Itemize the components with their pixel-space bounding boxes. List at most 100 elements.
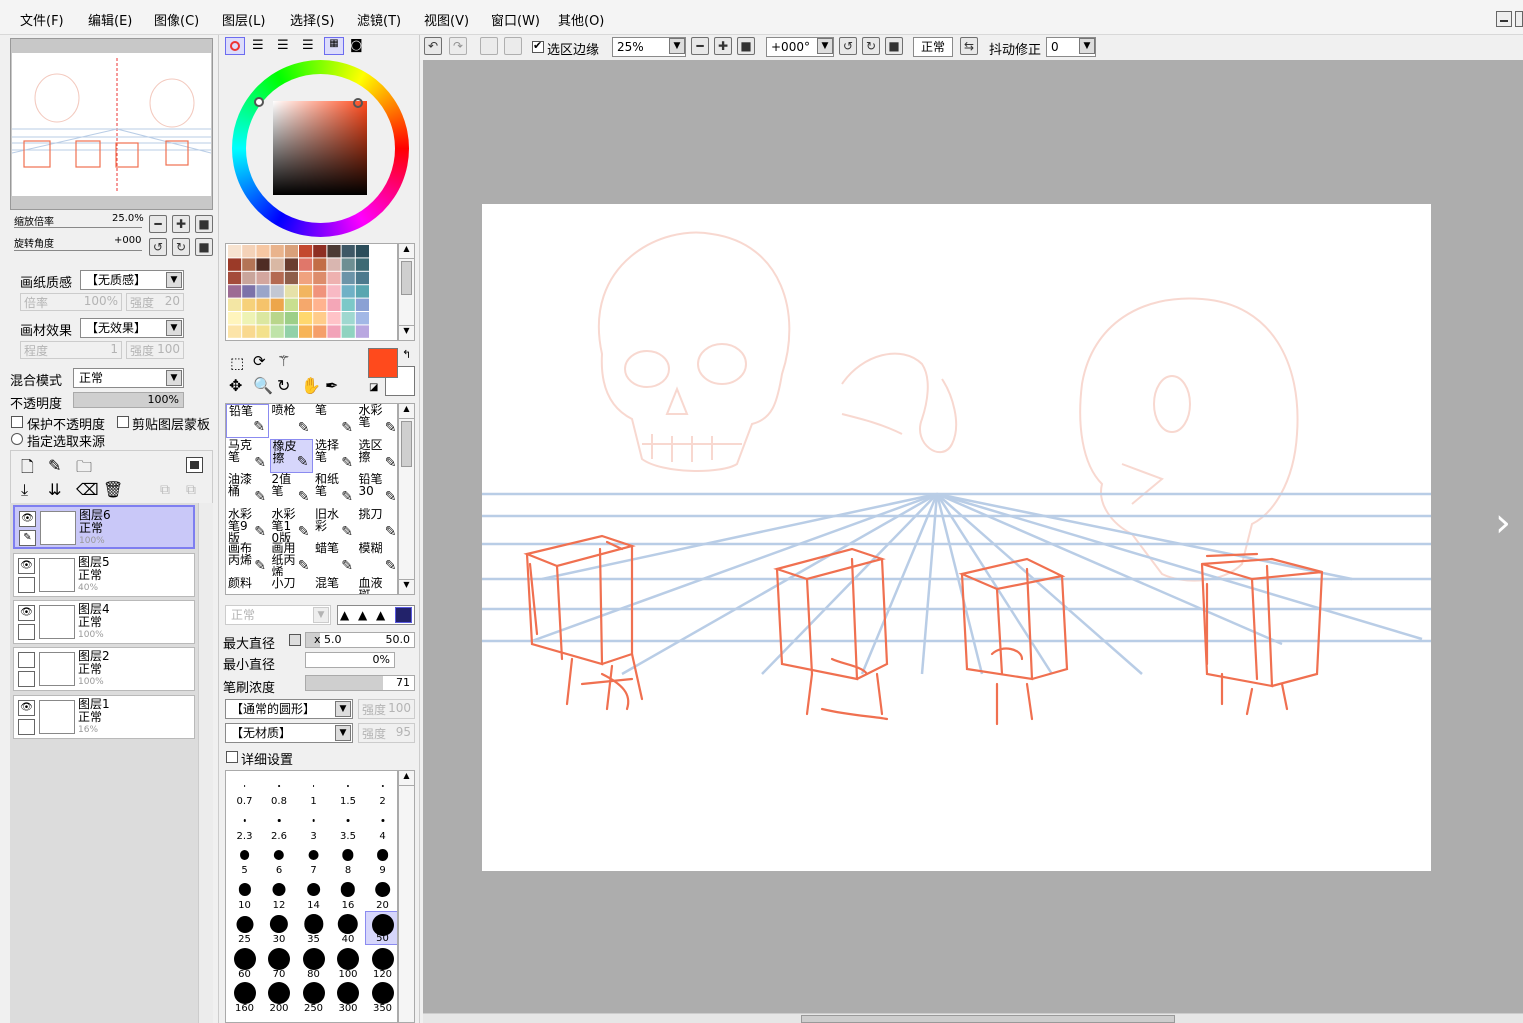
brush-size-35[interactable]: 35 [296,911,331,945]
brush-size-1[interactable]: 1 [296,773,331,807]
layer-edit-slot[interactable] [18,624,35,640]
swatch-cell[interactable] [327,285,341,298]
navigator[interactable] [10,38,213,210]
swatch-cell[interactable] [256,258,270,271]
swatch-cell[interactable] [341,245,355,258]
layer-list-scrollbar[interactable] [198,503,213,1023]
brush-size-20[interactable]: 20 [365,877,397,911]
sv-cursor[interactable] [353,98,363,108]
swatch-cell[interactable] [341,298,355,311]
tool-watercolor9[interactable]: 水彩笔9版 ✎ [226,508,269,542]
rect-select-icon[interactable]: ⬚ [230,354,244,372]
layer-visibility-eye-icon[interactable]: 👁 [18,605,35,621]
scratchpad-mode-icon[interactable]: ◙ [350,38,363,53]
brush-size-10[interactable]: 10 [227,877,262,911]
tool-select-eraser[interactable]: 选区擦 ✎ [357,439,398,473]
reset-colors-icon[interactable]: ◪ [369,382,378,393]
brush-size-14[interactable]: 14 [296,877,331,911]
swatch-cell[interactable] [341,285,355,298]
swatch-cell[interactable] [228,245,242,258]
brush-size-160[interactable]: 160 [227,980,262,1014]
edge-square-icon[interactable] [395,607,412,623]
swatch-cell[interactable] [256,325,270,338]
brush-shape-arrow[interactable]: ▼ [335,701,351,717]
swatch-cell[interactable] [299,245,313,258]
tool-mix-pen[interactable]: 混笔 ✎ [313,577,356,595]
swatch-cell[interactable] [270,325,284,338]
delete-layer-icon[interactable]: 🗑 [103,480,123,499]
menu-edit[interactable]: 编辑(E) [88,10,132,29]
swatch-cell[interactable] [228,271,242,285]
swatch-cell[interactable] [270,285,284,298]
tool-bucket[interactable]: 油漆桶 ✎ [226,473,269,507]
new-layer-icon[interactable]: 🗋 [21,456,34,483]
swatch-cell[interactable] [299,271,313,285]
brush-size-30[interactable]: 30 [262,911,297,945]
layer-edit-slot[interactable] [18,719,35,735]
swap-colors-icon[interactable]: ↰ [402,348,411,361]
tool-pen[interactable]: 笔 ✎ [313,404,356,438]
nav-rotate-right-button[interactable]: ↻ [172,238,190,256]
tool-pencil30[interactable]: 铅笔30 ✎ [357,473,398,507]
swatch-cell[interactable] [284,312,298,325]
rotate-left-button[interactable]: ↺ [839,37,857,55]
tool-pencil[interactable]: 铅笔 ✎ [226,404,269,438]
brush-size-16[interactable]: 16 [331,877,366,911]
swatch-cell[interactable] [327,298,341,311]
rgb-slider-mode-icon[interactable]: ☰ [252,38,264,53]
edge-soft-icon[interactable]: ▲ [340,608,349,622]
swatch-cell[interactable] [270,271,284,285]
canvas-paper[interactable] [482,204,1431,871]
menu-image[interactable]: 图像(C) [154,10,199,29]
swatch-cell[interactable] [270,245,284,258]
lasso-icon[interactable]: ⟳ [253,352,266,370]
swatch-cell[interactable] [341,271,355,285]
tool-watercolor[interactable]: 水彩笔 ✎ [357,404,398,438]
protect-opacity-checkbox[interactable] [11,416,23,428]
tool-paint[interactable]: 颜料 ✎ [226,577,269,595]
gradient-mode-icon[interactable]: ☰ [302,38,314,53]
tool-crayon[interactable]: 蜡笔 ✎ [313,542,356,576]
tool-old-watercolor[interactable]: 旧水彩 ✎ [313,508,356,542]
swatch-cell[interactable] [242,285,256,298]
detail-settings-checkbox[interactable] [226,751,238,763]
merge-down-icon[interactable]: ⤓ [21,480,28,500]
swatch-cell[interactable] [256,298,270,311]
swatch-cell[interactable] [355,271,369,285]
swatch-cells[interactable] [226,244,398,341]
layer-item-1[interactable]: 👁 图层1 正常 16% [13,695,195,739]
swatch-cell[interactable] [299,312,313,325]
menu-other[interactable]: 其他(O) [558,10,604,29]
primary-color-swatch[interactable] [368,348,398,378]
layer-item-4[interactable]: 👁 图层4 正常 100% [13,600,195,644]
paper-texture-select[interactable]: 【无质感】 ▼ [80,270,184,290]
swatch-cell[interactable] [299,298,313,311]
brush-texture-select[interactable]: 【无材质】 ▼ [225,723,353,743]
swatch-cell[interactable] [284,271,298,285]
tool-knife[interactable]: 挑刀 ✎ [357,508,398,542]
new-folder-icon[interactable]: 🗀 [76,456,92,483]
menu-select[interactable]: 选择(S) [290,10,334,29]
tool-canvas-acrylic[interactable]: 画布丙烯 ✎ [226,542,269,576]
rotate-reset-button[interactable]: ■ [885,37,903,55]
swatch-cell[interactable] [355,285,369,298]
brush-size-300[interactable]: 300 [331,980,366,1014]
swatch-cell[interactable] [327,258,341,271]
stabilizer-dropdown-arrow[interactable]: ▼ [1079,38,1095,54]
rotation-dropdown-arrow[interactable]: ▼ [817,38,833,54]
swatch-cell[interactable] [341,325,355,338]
nav-zoom-reset-button[interactable]: ■ [195,215,213,233]
swatch-cell[interactable] [228,298,242,311]
eyedropper-icon[interactable]: ✒ [325,376,338,395]
swatch-cell[interactable] [313,245,327,258]
clear-layer-icon[interactable]: ⌫ [76,480,99,499]
swatch-cell[interactable] [327,245,341,258]
swatch-cell[interactable] [270,258,284,271]
brush-size-9[interactable]: 9 [365,842,397,876]
new-linework-layer-icon[interactable]: ✎ [48,456,61,475]
brush-size-7[interactable]: 7 [296,842,331,876]
swatch-cell[interactable] [270,312,284,325]
menu-view[interactable]: 视图(V) [424,10,469,29]
swatch-cell[interactable] [284,325,298,338]
layer-edit-slot[interactable] [18,671,35,687]
